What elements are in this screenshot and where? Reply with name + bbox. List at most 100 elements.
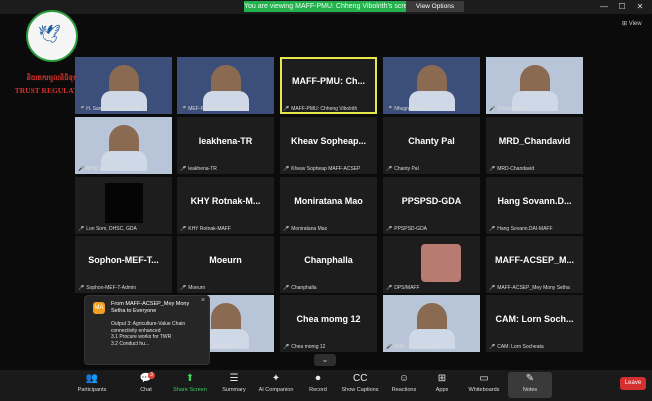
participant-label: 🎤 MHD Sophea <box>78 166 116 172</box>
participant-label-text: Kheav Sopheap MAFF-ACSEP <box>291 166 361 172</box>
muted-mic-icon: 🎤 <box>489 226 496 232</box>
participant-name: Chanty Pal <box>408 136 455 146</box>
participant-tile[interactable]: leakhena-TR 🎤 leakhena-TR <box>177 117 274 174</box>
notes-icon: ✎ <box>525 373 535 384</box>
summary-icon: ☰ <box>229 373 239 384</box>
participant-tile[interactable]: KHY Rotnak-M... 🎤 KHY Rotnak-MAFF <box>177 177 274 234</box>
muted-mic-icon: 🎤 <box>78 166 85 172</box>
muted-mic-icon: 🎤 <box>78 106 85 112</box>
participant-label: 🎤 KHY Rotnak-MAFF <box>180 226 231 232</box>
muted-mic-icon: 🎤 <box>386 226 393 232</box>
participant-label: 🎤 H. Sam Ang MEF-FGMP <box>78 106 141 112</box>
participant-label-text: Lon Som, DHSC, GDA <box>86 226 137 232</box>
chevron-down-icon[interactable]: ⌄ <box>314 354 336 366</box>
participant-label: 🎤 Nhugnbith leth <box>386 106 426 112</box>
participant-video <box>101 65 147 111</box>
toolbar-label: Whiteboards <box>468 387 500 393</box>
meeting-toolbar: 👥 Participants 💬 Chat ⬆ Share Screen ☰ Summary ✦… <box>0 370 652 401</box>
participant-tile[interactable]: Chanty Pal 🎤 Chanty Pal <box>383 117 480 174</box>
participant-label: 🎤 Hang Sovann.DAI-MAFF <box>489 226 553 232</box>
participant-tile[interactable]: 🎤 Lon Som, DHSC, GDA <box>75 177 172 234</box>
participant-name: MAFF-ACSEP_M... <box>494 255 574 265</box>
maximize-icon[interactable]: ☐ <box>612 1 632 12</box>
participant-label-text: H. Sam Ang MEF-FGMP <box>86 106 141 112</box>
muted-mic-icon: 🎤 <box>386 106 393 112</box>
participant-tile[interactable]: Chea momg 12 🎤 Chea momg 12 <box>280 295 377 352</box>
viewing-screen-banner: You are viewing MAFF-PMU: Chheng Vibolri… <box>244 1 406 12</box>
toolbar-label: Notes <box>522 387 538 393</box>
participant-tile[interactable]: MAFF-ACSEP_M... 🎤 MAFF-ACSEP_Mey Mony Seth… <box>486 236 583 293</box>
participant-tile[interactable]: MRD_Chandavid 🎤 MRD-Chandavid <box>486 117 583 174</box>
participant-tile[interactable]: 🎤 MHD Sophea <box>75 117 172 174</box>
muted-mic-icon: 🎤 <box>283 166 290 172</box>
participant-label: 🎤 Chea momg 12 <box>283 344 325 350</box>
toolbar-label: Summary <box>222 387 246 393</box>
participant-video <box>101 125 147 171</box>
muted-mic-icon: 🎤 <box>283 226 290 232</box>
chat-button[interactable]: 💬 Chat <box>124 372 168 398</box>
participant-tile[interactable]: 🎤 ADB - Manisha Dhole <box>383 295 480 352</box>
participant-tile[interactable]: 🎤 H. Sam Ang MEF-FGMP <box>75 57 172 114</box>
participant-tile[interactable]: CAM: Lorn Soch... 🎤 CAM: Lorn Socheata <box>486 295 583 352</box>
muted-mic-icon: 🎤 <box>386 285 393 291</box>
participant-label-text: MRD-Chandavid <box>497 166 535 172</box>
participant-tile[interactable]: Kheav Sopheap... 🎤 Kheav Sopheap MAFF-ACSE… <box>280 117 377 174</box>
apps-button[interactable]: ⊞ Apps <box>420 372 464 398</box>
participants-button[interactable]: 👥 Participants <box>70 372 114 398</box>
participant-label-text: Moniratana Mao <box>291 226 328 232</box>
participant-tile[interactable]: Chanphalla 🎤 Chanphalla <box>280 236 377 293</box>
ai-companion-icon: ✦ <box>271 373 281 384</box>
participant-label: 🎤 PPSPSD-GDA <box>386 226 427 232</box>
participant-name: MAFF-PMU: Ch... <box>292 76 365 86</box>
view-options-button[interactable]: View Options <box>406 1 464 12</box>
notes-button[interactable]: ✎ Notes <box>508 372 552 398</box>
view-layout-button[interactable]: ⊞ View <box>622 20 642 27</box>
participant-label-text: ADB - Manisha Dhole <box>394 344 443 350</box>
view-label: View <box>628 21 642 27</box>
whiteboards-button[interactable]: ▭ Whiteboards <box>462 372 506 398</box>
show-captions-button[interactable]: CC Show Captions <box>338 372 382 398</box>
bird-icon: 🕊 <box>38 24 61 44</box>
participant-label: 🎤 MAFF-PMU: Chheng Vibolrith <box>283 106 357 112</box>
participant-name: KHY Rotnak-M... <box>190 196 261 206</box>
participant-label: 🎤 Lon Som, DHSC, GDA <box>78 226 137 232</box>
ai-companion-button[interactable]: ✦ AI Companion <box>254 372 298 398</box>
participant-tile[interactable]: PPSPSD-GDA 🎤 PPSPSD-GDA <box>383 177 480 234</box>
share-screen-button[interactable]: ⬆ Share Screen <box>168 372 212 398</box>
participant-video <box>409 303 455 349</box>
participant-label: 🎤 leakhena-TR <box>180 166 217 172</box>
chat-sender: From MAFF-ACSEP_Mey Mony Setha to Everyo… <box>111 301 190 314</box>
record-button[interactable]: ⏺ Record <box>296 372 340 398</box>
participant-label: 🎤 Moeurn <box>180 285 205 291</box>
participant-tile[interactable]: Moniratana Mao 🎤 Moniratana Mao <box>280 177 377 234</box>
chat-badge: 3 <box>148 372 155 379</box>
close-icon[interactable]: ✕ <box>630 1 650 12</box>
muted-mic-icon: 🎤 <box>283 344 290 350</box>
muted-mic-icon: 🎤 <box>180 226 187 232</box>
participant-tile[interactable]: 🎤 Nhugnbith leth <box>383 57 480 114</box>
participant-name: Chea momg 12 <box>296 314 361 324</box>
participant-tile[interactable]: Moeurn 🎤 Moeurn <box>177 236 274 293</box>
participant-label: 🎤 Sokal Chea <box>489 106 523 112</box>
participant-label: 🎤 MRD-Chandavid <box>489 166 534 172</box>
participant-name: PPSPSD-GDA <box>401 196 462 206</box>
toolbar-label: Chat <box>140 387 152 393</box>
chat-notification[interactable]: × MA From MAFF-ACSEP_Mey Mony Setha to E… <box>84 295 210 365</box>
participant-name: CAM: Lorn Soch... <box>495 314 574 324</box>
participant-tile[interactable]: Sophon-MEF-T... 🎤 Sophon-MEF-T-Admin <box>75 236 172 293</box>
participant-tile[interactable]: 🎤 DPS/MAFF <box>383 236 480 293</box>
participant-label-text: PPSPSD-GDA <box>394 226 428 232</box>
summary-button[interactable]: ☰ Summary <box>212 372 256 398</box>
participant-label-text: MEF-PIU SF-Hay Sopaima <box>188 106 249 112</box>
participant-tile[interactable]: MAFF-PMU: Ch... 🎤 MAFF-PMU: Chheng Vibolri… <box>280 57 377 114</box>
record-icon: ⏺ <box>315 373 321 384</box>
participant-tile[interactable]: Hang Sovann.D... 🎤 Hang Sovann.DAI-MAFF <box>486 177 583 234</box>
participant-tile[interactable]: 🎤 MEF-PIU SF-Hay Sopaima <box>177 57 274 114</box>
leave-button[interactable]: Leave <box>620 377 646 390</box>
participant-name: MRD_Chandavid <box>498 136 571 146</box>
reactions-icon: ☺ <box>398 373 410 384</box>
participant-label: 🎤 Sophon-MEF-T-Admin <box>78 285 136 291</box>
minimize-icon[interactable]: — <box>594 1 614 12</box>
participant-tile[interactable]: 🎤 Sokal Chea <box>486 57 583 114</box>
participants-icon: 👥 <box>85 373 99 384</box>
